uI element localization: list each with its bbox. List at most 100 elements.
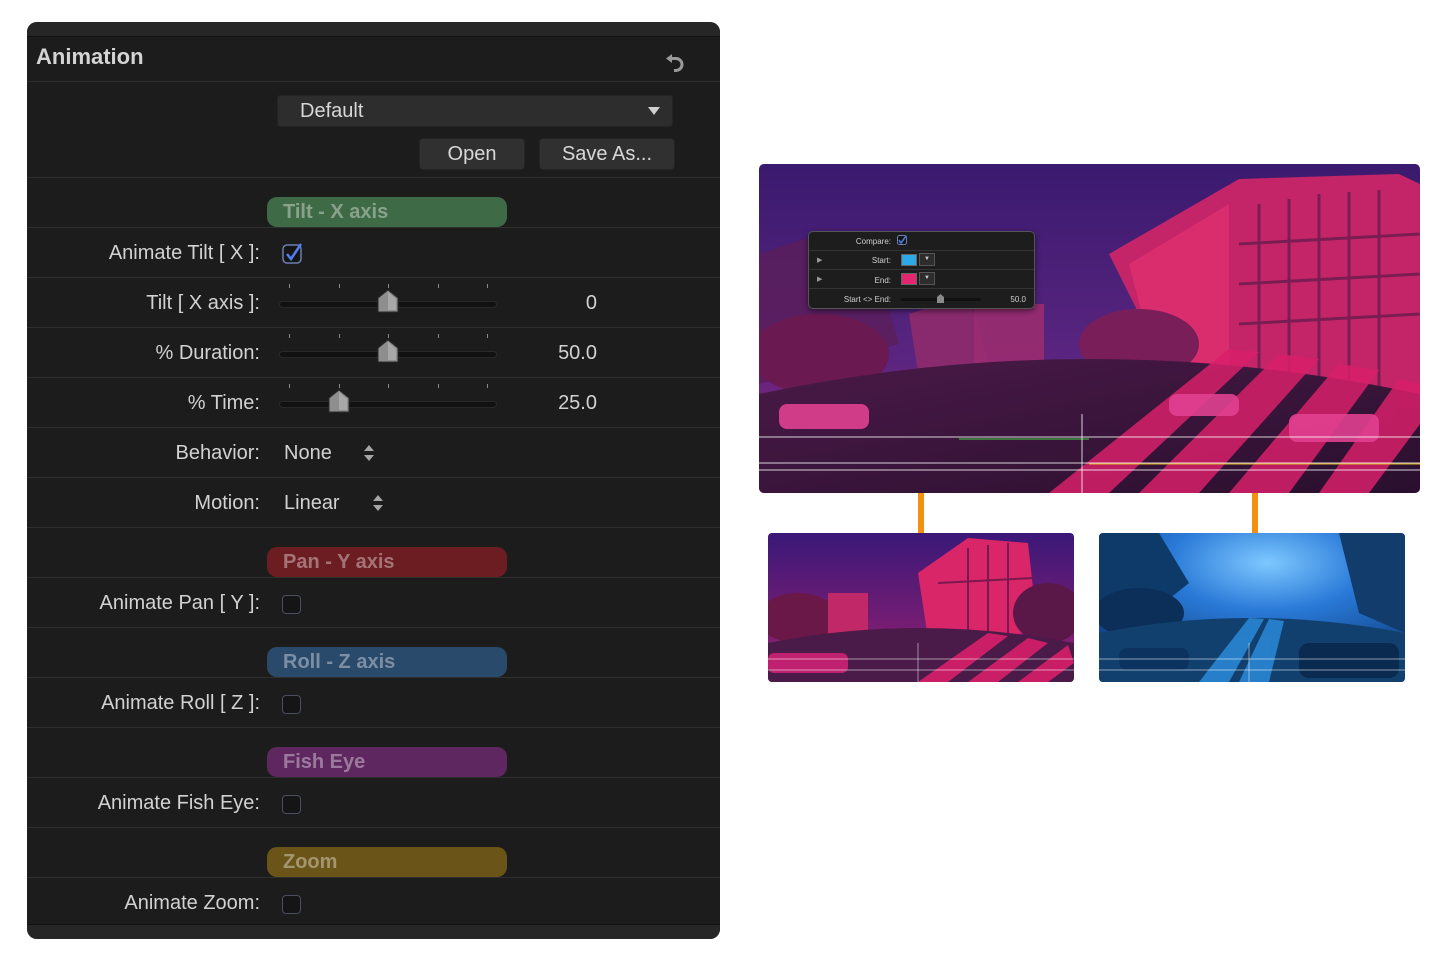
duration-value[interactable]: 50.0: [558, 342, 597, 365]
time-value[interactable]: 25.0: [558, 392, 597, 415]
compare-popup: Compare: ▶ Start: ▼ ▶ End: ▼ Start <> En…: [808, 231, 1035, 309]
slider-tick: [388, 334, 389, 338]
preset-value: Default: [300, 100, 364, 122]
triangle-down-icon[interactable]: ▼: [919, 272, 935, 285]
end-color-swatch[interactable]: [901, 273, 917, 285]
divider: [27, 177, 720, 178]
tilt-x-slider[interactable]: [279, 284, 497, 314]
divider: [27, 227, 720, 228]
tilt-x-value[interactable]: 0: [586, 292, 597, 315]
slider-thumb[interactable]: [937, 294, 944, 303]
connector-end: [1252, 493, 1258, 533]
divider: [27, 277, 720, 278]
end-preview-image: [1099, 533, 1405, 682]
animate-pan-label: Animate Pan [ Y ]:: [99, 592, 260, 614]
divider: [27, 727, 720, 728]
slider-tick: [289, 334, 290, 338]
animate-zoom-checkbox[interactable]: [282, 895, 301, 914]
preset-popup[interactable]: Default: [277, 95, 673, 127]
slider-tick: [388, 384, 389, 388]
slider-tick: [289, 384, 290, 388]
animate-tilt-checkbox[interactable]: [282, 242, 304, 264]
section-header-fish-eye: Fish Eye: [267, 747, 507, 777]
slider-thumb[interactable]: [328, 389, 350, 413]
divider: [27, 477, 720, 478]
triangle-down-icon[interactable]: ▼: [919, 253, 935, 266]
slider-tick: [338, 334, 340, 338]
reset-arrow-icon[interactable]: [663, 49, 687, 73]
time-slider[interactable]: [279, 384, 497, 414]
divider: [27, 827, 720, 828]
street-scene-end: [1099, 533, 1405, 682]
time-label: % Time:: [187, 392, 260, 414]
duration-slider[interactable]: [279, 334, 497, 364]
connector-start: [918, 493, 924, 533]
up-down-arrows-icon[interactable]: [372, 494, 384, 512]
slider-tick: [437, 384, 439, 388]
compare-label: Compare:: [855, 237, 891, 246]
divider: [27, 327, 720, 328]
compare-checkbox[interactable]: [897, 235, 907, 245]
start-end-label: Start <> End:: [843, 295, 891, 304]
behavior-label: Behavior:: [175, 442, 261, 464]
slider-track[interactable]: [279, 401, 497, 408]
animate-tilt-label: Animate Tilt [ X ]:: [108, 242, 260, 264]
motion-popup[interactable]: Linear: [284, 492, 340, 515]
slider-tick: [487, 284, 488, 288]
slider-tick: [487, 334, 488, 338]
panel-bottom-strip: [27, 924, 720, 939]
start-preview-image: [768, 533, 1074, 682]
disclosure-triangle-icon[interactable]: ▶: [817, 256, 822, 264]
divider: [27, 877, 720, 878]
animate-roll-label: Animate Roll [ Z ]:: [101, 692, 260, 714]
section-header-roll: Roll - Z axis: [267, 647, 507, 677]
divider: [809, 288, 1034, 289]
divider: [27, 427, 720, 428]
divider: [27, 377, 720, 378]
compare-preview-image: Compare: ▶ Start: ▼ ▶ End: ▼ Start <> En…: [759, 164, 1420, 493]
section-header-pan: Pan - Y axis: [267, 547, 507, 577]
animate-fish-eye-label: Animate Fish Eye:: [97, 792, 260, 814]
section-header-zoom: Zoom: [267, 847, 507, 877]
animate-roll-checkbox[interactable]: [282, 695, 301, 714]
motion-label: Motion:: [194, 492, 260, 514]
slider-tick: [338, 284, 340, 288]
up-down-arrows-icon[interactable]: [363, 444, 375, 462]
animate-zoom-label: Animate Zoom:: [124, 892, 260, 914]
start-end-value[interactable]: 50.0: [1010, 295, 1026, 304]
section-header-tilt: Tilt - X axis: [267, 197, 507, 227]
slider-thumb[interactable]: [377, 289, 399, 313]
slider-tick: [437, 334, 439, 338]
slider-tick: [487, 384, 488, 388]
panel-top-strip: [27, 22, 720, 37]
start-color-swatch[interactable]: [901, 254, 917, 266]
slider-thumb[interactable]: [377, 339, 399, 363]
duration-label: % Duration:: [155, 342, 261, 364]
disclosure-triangle-icon[interactable]: ▶: [817, 275, 822, 283]
triangle-down-icon: [648, 107, 660, 115]
divider: [27, 577, 720, 578]
street-scene-start: [768, 533, 1074, 682]
start-label: Start:: [871, 256, 891, 265]
behavior-popup[interactable]: None: [284, 442, 332, 465]
divider: [809, 250, 1034, 251]
save-as-button[interactable]: Save As...: [539, 138, 675, 170]
divider: [27, 81, 720, 82]
slider-tick: [437, 284, 439, 288]
slider-tick: [338, 384, 340, 388]
end-label: End:: [874, 276, 891, 285]
tilt-x-label: Tilt [ X axis ]:: [146, 292, 260, 314]
divider: [27, 527, 720, 528]
slider-tick: [388, 284, 389, 288]
slider-tick: [289, 284, 290, 288]
divider: [809, 269, 1034, 270]
animation-panel: Animation Default Open Save As... Tilt -…: [27, 22, 720, 939]
animate-fish-eye-checkbox[interactable]: [282, 795, 301, 814]
divider: [27, 627, 720, 628]
divider: [27, 777, 720, 778]
panel-title: Animation: [36, 44, 144, 69]
divider: [27, 677, 720, 678]
open-button[interactable]: Open: [419, 138, 525, 170]
street-scene-compare: [759, 164, 1420, 493]
animate-pan-checkbox[interactable]: [282, 595, 301, 614]
